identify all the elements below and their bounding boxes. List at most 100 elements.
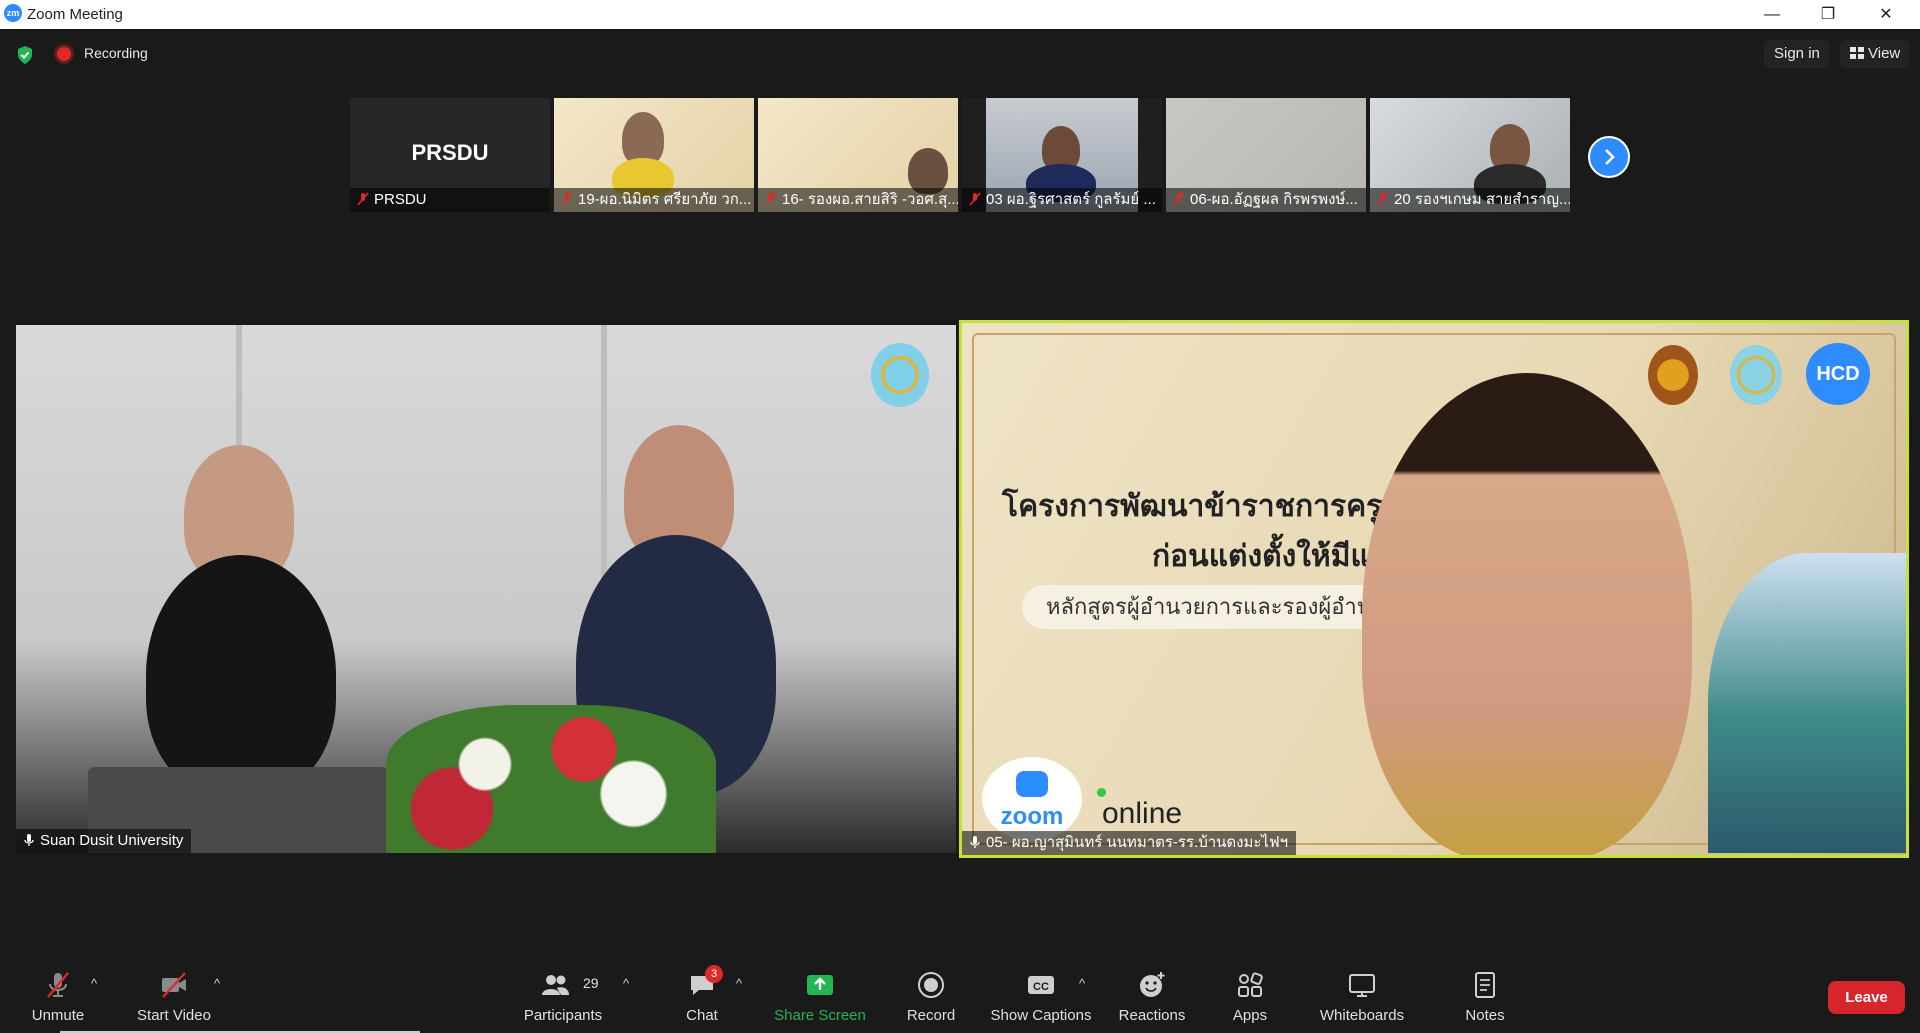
whiteboard-icon (1349, 974, 1375, 997)
muted-microphone-icon (47, 972, 69, 998)
start-video-label: Start Video (137, 1007, 211, 1024)
participants-label: Participants (523, 1007, 603, 1024)
muted-mic-icon (969, 192, 981, 206)
participants-count: 29 (583, 975, 599, 991)
recording-indicator-icon (57, 47, 71, 61)
meeting-controls-toolbar: Unmute ^ Start Video ^ 29 Participants ^… (0, 958, 1920, 1033)
video-participant-name: Suan Dusit University (40, 832, 184, 849)
reactions-label: Reactions (1118, 1007, 1186, 1024)
video-off-icon (162, 972, 186, 998)
captions-options-caret-icon[interactable]: ^ (1079, 976, 1085, 991)
thumbnail-big-name: PRSDU (411, 140, 489, 165)
video-name-bar: 05- ผอ.ญาสุมินทร์ นนทมาตร-รร.บ้านดงมะไฟฯ (962, 831, 1296, 855)
close-window-button[interactable]: ✕ (1858, 0, 1914, 29)
apps-label: Apps (1232, 1007, 1268, 1024)
thumbnail-name-bar: 16- รองผอ.สายสิริ -วอศ.สุ... (758, 188, 958, 212)
participants-options-caret-icon[interactable]: ^ (623, 976, 629, 991)
video-name-bar: Suan Dusit University (16, 829, 192, 853)
zoom-logo: zoom (982, 757, 1082, 841)
thumbnail-name-bar: 06-ผอ.อัฏฐผล กิรพรพงษ์... (1166, 188, 1366, 212)
grid-view-icon (1850, 47, 1864, 59)
whiteboards-label: Whiteboards (1319, 1007, 1405, 1024)
building-photo (1708, 553, 1906, 853)
chevron-right-icon (1605, 149, 1615, 165)
notes-button[interactable]: Notes (1453, 958, 1517, 1033)
university-seal-icon (871, 343, 929, 407)
next-page-button[interactable] (1588, 136, 1630, 178)
participants-button[interactable]: 29 Participants (515, 958, 611, 1033)
start-video-button[interactable]: Start Video (130, 958, 218, 1033)
chat-options-caret-icon[interactable]: ^ (736, 976, 742, 991)
unmute-label: Unmute (31, 1007, 85, 1024)
thumbnail-name-bar: 20 รองฯเกษม สายสำราญ... (1370, 188, 1570, 212)
thumbnail-participant-19[interactable]: 19-ผอ.นิมิตร ศรียาภัย วก... (554, 98, 754, 212)
thumbnail-name-bar: PRSDU (350, 188, 550, 212)
video-active-speaker[interactable]: HCD โครงการพัฒนาข้าราชการครูและ ก่อนแต่ง… (959, 320, 1909, 858)
participants-icon (542, 975, 570, 995)
thumbnail-name: 16- รองผอ.สายสิริ -วอศ.สุ... (782, 191, 958, 208)
record-icon (918, 972, 944, 998)
thumbnail-participant-20[interactable]: 20 รองฯเกษม สายสำราญ... (1370, 98, 1570, 212)
online-indicator-icon (1097, 788, 1106, 797)
sign-in-button[interactable]: Sign in (1764, 40, 1830, 68)
chat-unread-badge: 3 (705, 965, 723, 983)
slide-title: โครงการพัฒนาข้าราชการครูและ (1002, 489, 1437, 524)
mic-icon (970, 836, 980, 848)
share-screen-label: Share Screen (774, 1007, 866, 1024)
recording-label: Recording (84, 45, 148, 61)
share-screen-icon (807, 975, 833, 995)
reactions-smiley-icon (1140, 972, 1165, 997)
hcd-logo-icon: HCD (1806, 343, 1870, 405)
muted-mic-icon (357, 192, 369, 206)
whiteboards-button[interactable]: Whiteboards (1312, 958, 1412, 1033)
thumbnail-name: 06-ผอ.อัฏฐผล กิรพรพงษ์... (1190, 191, 1358, 208)
chat-label: Chat (686, 1007, 718, 1024)
meeting-topbar: Recording Sign in View (0, 29, 1920, 79)
muted-mic-icon (561, 192, 573, 206)
online-label: online (1102, 797, 1183, 830)
unmute-button[interactable]: Unmute (18, 958, 98, 1033)
reactions-button[interactable]: Reactions (1112, 958, 1192, 1033)
zoom-logo-text: zoom (1000, 803, 1064, 830)
share-screen-button[interactable]: Share Screen (770, 958, 870, 1033)
thumbnail-participant-06[interactable]: 06-ผอ.อัฏฐผล กิรพรพงษ์... (1166, 98, 1366, 212)
show-captions-button[interactable]: CC Show Captions (985, 958, 1097, 1033)
leave-meeting-button[interactable]: Leave (1828, 981, 1905, 1014)
thumbnail-name: 20 รองฯเกษม สายสำราญ... (1394, 191, 1570, 208)
show-captions-label: Show Captions (990, 1007, 1092, 1024)
apps-icon (1238, 972, 1263, 997)
flower-bouquet (386, 705, 716, 853)
thumbnail-name: 19-ผอ.นิมิตร ศรียาภัย วก... (578, 191, 752, 208)
record-label: Record (906, 1007, 956, 1024)
zoom-app-icon: zm (4, 4, 22, 22)
ministry-emblem-icon (1648, 345, 1698, 405)
closed-captions-icon: CC (1028, 976, 1054, 994)
record-button[interactable]: Record (896, 958, 966, 1033)
thumbnail-name: 03 ผอ.ฐิรศาสตร์ กูลรัมย์ ... (986, 191, 1156, 208)
restore-button[interactable]: ❐ (1800, 0, 1856, 29)
audio-options-caret-icon[interactable]: ^ (91, 976, 97, 991)
view-label: View (1868, 45, 1901, 62)
view-button[interactable]: View (1840, 40, 1911, 68)
thumbnail-name-bar: 19-ผอ.นิมิตร ศรียาภัย วก... (554, 188, 754, 212)
speaker-figure (1362, 373, 1692, 855)
thumbnail-participant-16[interactable]: 16- รองผอ.สายสิริ -วอศ.สุ... (758, 98, 958, 212)
video-participant-name: 05- ผอ.ญาสุมินทร์ นนทมาตร-รร.บ้านดงมะไฟฯ (986, 834, 1288, 851)
thumbnail-prsdu[interactable]: PRSDU PRSDU (350, 98, 550, 212)
muted-mic-icon (1173, 192, 1185, 206)
university-seal-icon (1730, 345, 1782, 405)
presenter-figure (146, 555, 336, 795)
mic-icon (24, 834, 34, 846)
apps-button[interactable]: Apps (1220, 958, 1280, 1033)
thumbnail-participant-03[interactable]: 03 ผอ.ฐิรศาสตร์ กูลรัมย์ ... (962, 98, 1162, 212)
notes-icon (1475, 972, 1495, 998)
thumbnail-name-bar: 03 ผอ.ฐิรศาสตร์ กูลรัมย์ ... (962, 188, 1162, 212)
muted-mic-icon (765, 192, 777, 206)
muted-mic-icon (1377, 192, 1389, 206)
window-title: Zoom Meeting (27, 6, 123, 23)
minimize-button[interactable]: — (1744, 0, 1800, 29)
security-shield-icon[interactable] (16, 45, 34, 65)
chat-button[interactable]: 3 Chat (670, 958, 734, 1033)
video-options-caret-icon[interactable]: ^ (214, 976, 220, 991)
video-suan-dusit[interactable]: Suan Dusit University (16, 325, 956, 853)
